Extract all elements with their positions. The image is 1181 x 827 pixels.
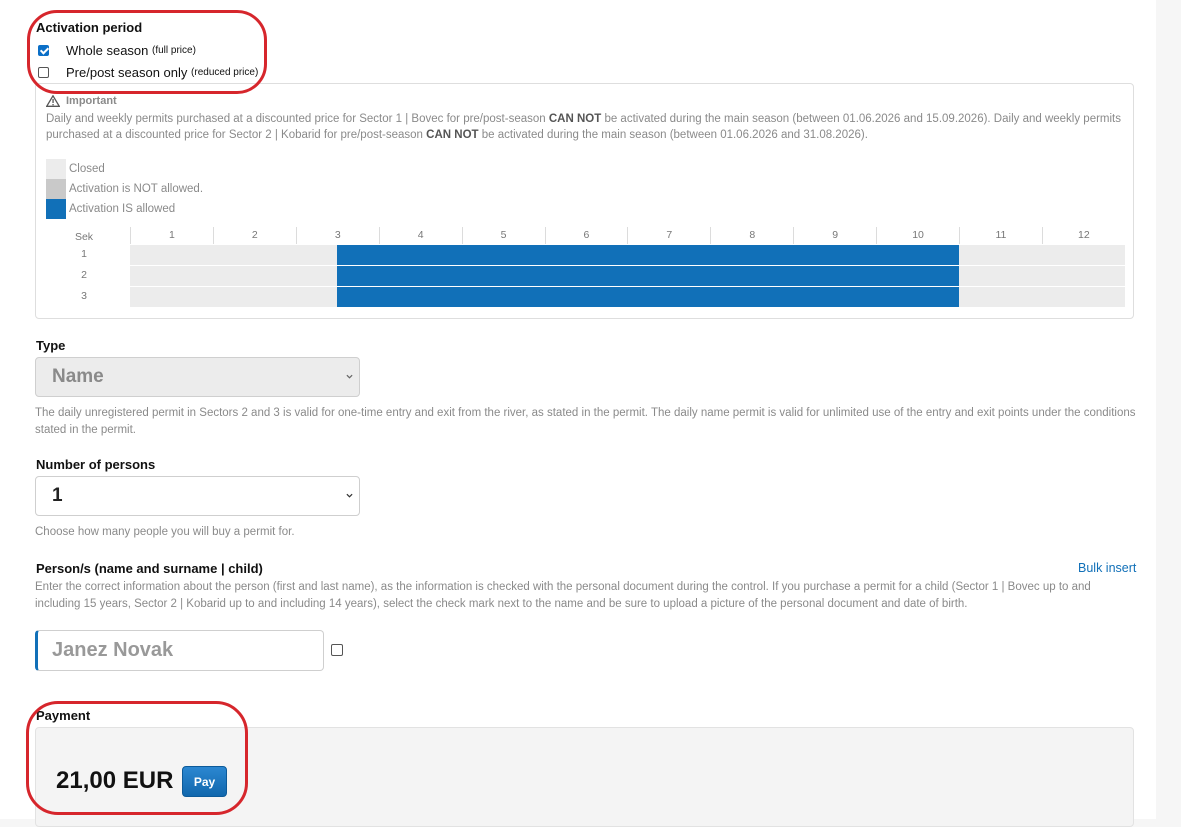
important-text: Daily and weekly permits purchased at a …	[46, 113, 1121, 141]
legend-label-not-allowed: Activation is NOT allowed.	[69, 183, 204, 195]
type-help-text: The daily unregistered permit in Sectors…	[35, 407, 1136, 436]
pre-post-season-label: Pre/post season only	[66, 64, 188, 80]
bulk-insert-link[interactable]: Bulk insert	[1078, 561, 1136, 575]
type-label: Type	[36, 338, 66, 353]
calendar-month-4: 4	[378, 227, 462, 244]
calendar-month-9: 9	[793, 227, 876, 244]
legend-swatch-allowed	[46, 199, 66, 219]
persons-label: Person/s (name and surname | child)	[36, 561, 263, 576]
legend-closed: Closed	[46, 159, 105, 179]
calendar-month-8: 8	[710, 227, 793, 244]
warning-icon	[46, 95, 60, 107]
whole-season-note: (full price)	[152, 44, 196, 56]
number-of-persons-select[interactable]: 1	[35, 476, 360, 516]
whole-season-checkbox[interactable]	[38, 44, 49, 56]
calendar-sector-header: Sek	[74, 231, 94, 243]
person-name-input[interactable]: Janez Novak	[35, 630, 324, 671]
calendar-month-12: 12	[1041, 227, 1125, 244]
calendar-month-11: 11	[959, 227, 1042, 244]
calendar-allowed-2	[337, 266, 959, 286]
payment-label: Payment	[36, 708, 91, 723]
calendar-month-2: 2	[212, 227, 296, 244]
calendar-sector-3: 3	[81, 290, 87, 302]
calendar-allowed-3	[337, 287, 959, 307]
legend-label-closed: Closed	[69, 163, 105, 175]
pre-post-season-checkbox[interactable]	[38, 66, 49, 78]
pay-button[interactable]: Pay	[182, 766, 227, 797]
number-of-persons-label: Number of persons	[36, 457, 156, 472]
activation-period-label: Activation period	[36, 20, 143, 35]
calendar-month-6: 6	[544, 227, 628, 244]
legend-allowed: Activation IS allowed	[46, 199, 175, 219]
calendar-month-7: 7	[627, 227, 710, 244]
option-pre-post-season[interactable]: Pre/post season only (reduced price)	[38, 64, 258, 80]
chevron-down-icon	[346, 493, 353, 498]
person-name-placeholder: Janez Novak	[52, 639, 174, 661]
calendar-sector-2: 2	[81, 269, 87, 281]
important-heading-text: Important	[66, 95, 117, 107]
chevron-down-icon	[346, 374, 353, 379]
calendar-month-10: 10	[876, 227, 959, 244]
payment-amount: 21,00 EUR	[56, 767, 174, 794]
number-of-persons-value: 1	[52, 485, 63, 506]
type-select[interactable]: Name	[35, 357, 360, 397]
important-heading: Important	[46, 95, 117, 107]
persons-help-text: Enter the correct information about the …	[35, 581, 1091, 610]
option-whole-season[interactable]: Whole season (full price)	[38, 42, 196, 58]
calendar-allowed-1	[337, 245, 959, 265]
calendar-sector-1: 1	[81, 248, 87, 260]
number-of-persons-help: Choose how many people you will buy a pe…	[35, 526, 295, 538]
calendar-month-3: 3	[295, 227, 379, 244]
content-panel: Activation period Whole season (full pri…	[0, 0, 1156, 827]
legend-swatch-not-allowed	[46, 179, 66, 199]
legend-label-allowed: Activation IS allowed	[69, 203, 176, 215]
legend-not-allowed: Activation is NOT allowed.	[46, 179, 203, 199]
important-box: Important Daily and weekly permits purch…	[35, 83, 1134, 319]
pre-post-season-note: (reduced price)	[191, 66, 259, 78]
type-select-value: Name	[52, 366, 104, 387]
legend-swatch-closed	[46, 159, 66, 179]
calendar-month-1: 1	[130, 227, 213, 244]
child-checkbox[interactable]	[331, 644, 343, 656]
whole-season-label: Whole season	[66, 42, 149, 58]
calendar-month-5: 5	[461, 227, 545, 244]
